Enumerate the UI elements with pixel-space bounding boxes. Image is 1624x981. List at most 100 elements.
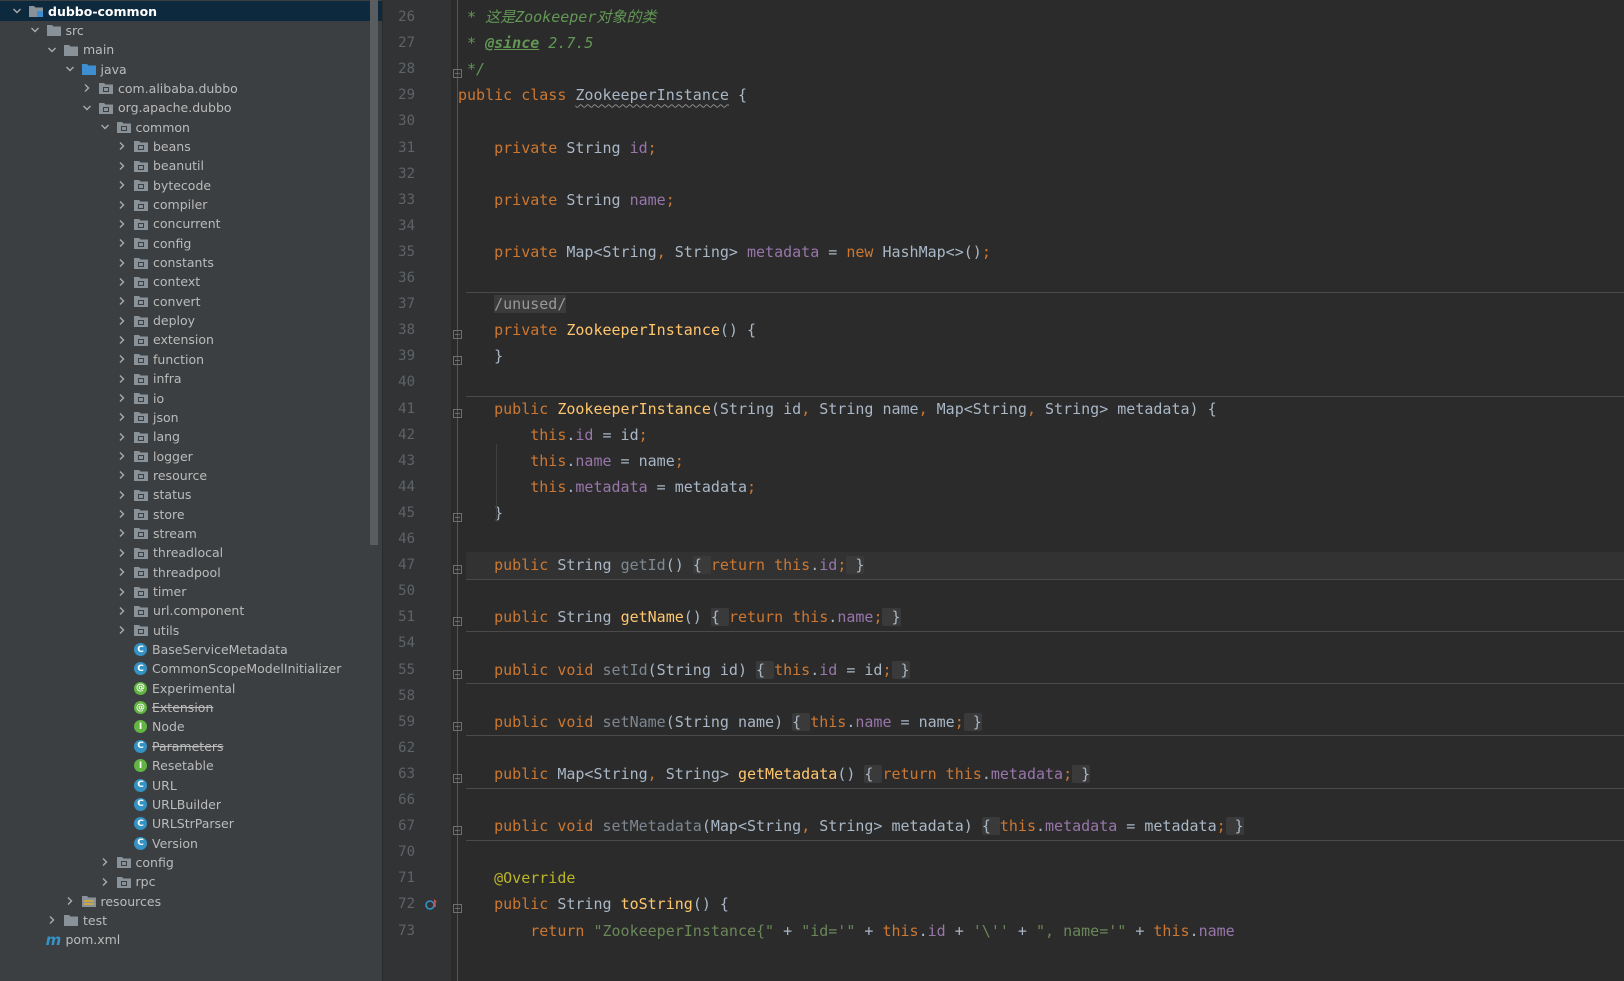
chevron-right-icon[interactable] (115, 604, 129, 618)
chevron-right-icon[interactable] (115, 275, 129, 289)
code-line[interactable] (458, 526, 1624, 553)
code-line[interactable]: public class ZookeeperInstance { (458, 82, 1624, 109)
code-line[interactable]: public void setName(String name) { this.… (458, 709, 1624, 736)
chevron-right-icon[interactable] (115, 623, 129, 637)
code-line[interactable]: public String getId() { return this.id; … (458, 552, 1624, 579)
tree-item-org-apache-dubbo[interactable]: org.apache.dubbo (0, 98, 382, 118)
chevron-right-icon[interactable] (80, 81, 94, 95)
chevron-right-icon[interactable] (115, 256, 129, 270)
chevron-right-icon[interactable] (115, 507, 129, 521)
tree-item-function[interactable]: function (0, 349, 382, 369)
chevron-right-icon[interactable] (115, 178, 129, 192)
chevron-right-icon[interactable] (98, 875, 112, 889)
code-line[interactable]: private String name; (458, 187, 1624, 214)
code-line[interactable]: public String getName() { return this.na… (458, 604, 1624, 631)
chevron-right-icon[interactable] (115, 198, 129, 212)
tree-item-logger[interactable]: logger (0, 446, 382, 466)
tree-item-common[interactable]: common (0, 117, 382, 137)
tree-item-rpc[interactable]: rpc (0, 872, 382, 892)
chevron-right-icon[interactable] (98, 855, 112, 869)
code-line[interactable]: @Override (458, 865, 1624, 892)
tree-item-config[interactable]: config (0, 852, 382, 872)
code-line[interactable]: private ZookeeperInstance() { (458, 317, 1624, 344)
tree-item-resetable[interactable]: I Resetable (0, 756, 382, 776)
tree-item-main[interactable]: main (0, 40, 382, 60)
tree-item-urlbuilder[interactable]: C URLBuilder (0, 794, 382, 814)
tree-item-constants[interactable]: constants (0, 253, 382, 273)
code-editor[interactable]: * 这是Zookeeper对象的类 * @since 2.7.5 */ publi… (458, 0, 1624, 981)
code-line[interactable]: */ (458, 56, 1624, 83)
project-tree-scrollbar[interactable] (370, 0, 378, 545)
tree-item-url[interactable]: C URL (0, 775, 382, 795)
code-line[interactable] (458, 265, 1624, 292)
tree-item-resource[interactable]: resource (0, 465, 382, 485)
chevron-right-icon[interactable] (115, 546, 129, 560)
code-line[interactable] (458, 787, 1624, 814)
chevron-right-icon[interactable] (115, 468, 129, 482)
code-line[interactable] (458, 213, 1624, 240)
tree-item-extension[interactable]: @ Extension (0, 698, 382, 718)
chevron-down-icon[interactable] (10, 4, 24, 18)
override-method-icon[interactable] (424, 898, 438, 917)
code-line[interactable]: this.metadata = metadata; (458, 474, 1624, 501)
tree-item-utils[interactable]: utils (0, 620, 382, 640)
tree-item-store[interactable]: store (0, 504, 382, 524)
chevron-right-icon[interactable] (115, 217, 129, 231)
tree-item-lang[interactable]: lang (0, 427, 382, 447)
chevron-right-icon[interactable] (115, 565, 129, 579)
tree-item-beanutil[interactable]: beanutil (0, 156, 382, 176)
tree-item-io[interactable]: io (0, 388, 382, 408)
code-line[interactable] (458, 578, 1624, 605)
code-line[interactable]: * 这是Zookeeper对象的类 (458, 4, 1624, 31)
chevron-right-icon[interactable] (115, 372, 129, 386)
chevron-down-icon[interactable] (28, 23, 42, 37)
tree-item-java[interactable]: java (0, 59, 382, 79)
tree-item-commonscopemodelinitializer[interactable]: C CommonScopeModelInitializer (0, 659, 382, 679)
code-line[interactable] (458, 161, 1624, 188)
tree-item-test[interactable]: test (0, 910, 382, 930)
chevron-right-icon[interactable] (115, 159, 129, 173)
tree-item-url-component[interactable]: url.component (0, 601, 382, 621)
chevron-right-icon[interactable] (115, 526, 129, 540)
chevron-right-icon[interactable] (115, 352, 129, 366)
code-line[interactable] (458, 735, 1624, 762)
tree-item-parameters[interactable]: C Parameters (0, 736, 382, 756)
chevron-right-icon[interactable] (63, 894, 77, 908)
tree-item-stream[interactable]: stream (0, 523, 382, 543)
code-line[interactable]: public String toString() { (458, 891, 1624, 918)
chevron-down-icon[interactable] (80, 101, 94, 115)
tree-item-version[interactable]: C Version (0, 833, 382, 853)
chevron-right-icon[interactable] (115, 391, 129, 405)
tree-item-timer[interactable]: timer (0, 582, 382, 602)
code-line[interactable]: public ZookeeperInstance(String id, Stri… (458, 396, 1624, 423)
tree-item-baseservicemetadata[interactable]: C BaseServiceMetadata (0, 640, 382, 660)
tree-item-deploy[interactable]: deploy (0, 311, 382, 331)
code-line[interactable]: public Map<String, String> getMetadata()… (458, 761, 1624, 788)
tree-item-node[interactable]: I Node (0, 717, 382, 737)
code-line[interactable]: public void setId(String id) { this.id =… (458, 657, 1624, 684)
tree-item-com-alibaba-dubbo[interactable]: com.alibaba.dubbo (0, 78, 382, 98)
code-line[interactable]: } (458, 500, 1624, 527)
code-line[interactable]: /unused/ (458, 291, 1624, 318)
tree-item-beans[interactable]: beans (0, 136, 382, 156)
chevron-right-icon[interactable] (115, 488, 129, 502)
code-line[interactable]: public void setMetadata(Map<String, Stri… (458, 813, 1624, 840)
chevron-right-icon[interactable] (115, 236, 129, 250)
tree-item-config[interactable]: config (0, 233, 382, 253)
chevron-down-icon[interactable] (45, 43, 59, 57)
code-line[interactable] (458, 108, 1624, 135)
chevron-right-icon[interactable] (115, 294, 129, 308)
chevron-down-icon[interactable] (63, 62, 77, 76)
tree-item-infra[interactable]: infra (0, 369, 382, 389)
chevron-right-icon[interactable] (115, 430, 129, 444)
code-line[interactable] (458, 369, 1624, 396)
code-line[interactable]: } (458, 343, 1624, 370)
chevron-right-icon[interactable] (115, 333, 129, 347)
code-line[interactable]: * @since 2.7.5 (458, 30, 1624, 57)
tree-item-json[interactable]: json (0, 407, 382, 427)
chevron-right-icon[interactable] (115, 449, 129, 463)
code-line[interactable]: this.name = name; (458, 448, 1624, 475)
tree-item-threadpool[interactable]: threadpool (0, 562, 382, 582)
chevron-right-icon[interactable] (115, 410, 129, 424)
chevron-down-icon[interactable] (98, 120, 112, 134)
